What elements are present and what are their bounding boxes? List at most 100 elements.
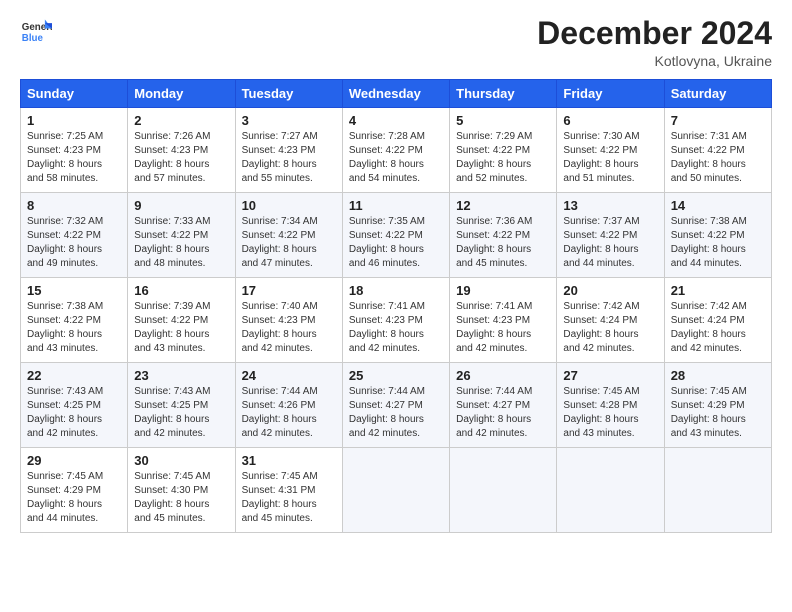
day-number: 2 (134, 113, 228, 128)
calendar-cell: 11Sunrise: 7:35 AMSunset: 4:22 PMDayligh… (342, 193, 449, 278)
calendar-week-row: 8 Sunrise: 7:32 AMSunset: 4:22 PMDaylight… (21, 193, 772, 278)
logo: General Blue (20, 16, 52, 48)
calendar-cell (342, 448, 449, 533)
col-sunday: Sunday (21, 80, 128, 108)
calendar-cell: 27 Sunrise: 7:45 AMSunset: 4:28 PMDayligh… (557, 363, 664, 448)
day-number: 23 (134, 368, 228, 383)
day-number: 29 (27, 453, 121, 468)
day-info: Sunrise: 7:30 AMSunset: 4:22 PMDaylight:… (563, 130, 657, 186)
calendar-cell: 6Sunrise: 7:30 AMSunset: 4:22 PMDaylight… (557, 108, 664, 193)
calendar-cell (557, 448, 664, 533)
day-number: 21 (671, 283, 765, 298)
day-number: 20 (563, 283, 657, 298)
day-number: 27 (563, 368, 657, 383)
day-number: 13 (563, 198, 657, 213)
day-info: Sunrise: 7:45 AMSunset: 4:29 PMDaylight:… (27, 470, 121, 526)
day-number: 15 (27, 283, 121, 298)
calendar-cell: 18Sunrise: 7:41 AMSunset: 4:23 PMDayligh… (342, 278, 449, 363)
day-info: Sunrise: 7:27 AMSunset: 4:23 PMDaylight:… (242, 130, 336, 186)
day-number: 25 (349, 368, 443, 383)
day-number: 7 (671, 113, 765, 128)
day-info: Sunrise: 7:45 AMSunset: 4:28 PMDaylight:… (563, 385, 657, 441)
calendar-cell: 14Sunrise: 7:38 AMSunset: 4:22 PMDayligh… (664, 193, 771, 278)
day-info: Sunrise: 7:43 AMSunset: 4:25 PMDaylight:… (134, 385, 228, 441)
day-number: 8 (27, 198, 121, 213)
day-info: Sunrise: 7:42 AMSunset: 4:24 PMDaylight:… (563, 300, 657, 356)
location-subtitle: Kotlovyna, Ukraine (537, 53, 772, 69)
calendar-cell: 1 Sunrise: 7:25 AMSunset: 4:23 PMDaylight… (21, 108, 128, 193)
day-number: 17 (242, 283, 336, 298)
day-number: 22 (27, 368, 121, 383)
calendar-cell: 21Sunrise: 7:42 AMSunset: 4:24 PMDayligh… (664, 278, 771, 363)
day-info: Sunrise: 7:26 AMSunset: 4:23 PMDaylight:… (134, 130, 228, 186)
day-number: 14 (671, 198, 765, 213)
calendar-cell: 30 Sunrise: 7:45 AMSunset: 4:30 PMDayligh… (128, 448, 235, 533)
day-info: Sunrise: 7:25 AMSunset: 4:23 PMDaylight:… (27, 130, 121, 186)
title-block: December 2024 Kotlovyna, Ukraine (537, 16, 772, 69)
calendar-cell (450, 448, 557, 533)
calendar-cell: 8 Sunrise: 7:32 AMSunset: 4:22 PMDaylight… (21, 193, 128, 278)
day-info: Sunrise: 7:44 AMSunset: 4:27 PMDaylight:… (349, 385, 443, 441)
day-info: Sunrise: 7:44 AMSunset: 4:27 PMDaylight:… (456, 385, 550, 441)
day-info: Sunrise: 7:45 AMSunset: 4:29 PMDaylight:… (671, 385, 765, 441)
col-saturday: Saturday (664, 80, 771, 108)
day-info: Sunrise: 7:38 AMSunset: 4:22 PMDaylight:… (27, 300, 121, 356)
day-number: 4 (349, 113, 443, 128)
calendar-cell: 12 Sunrise: 7:36 AMSunset: 4:22 PMDayligh… (450, 193, 557, 278)
day-info: Sunrise: 7:44 AMSunset: 4:26 PMDaylight:… (242, 385, 336, 441)
day-info: Sunrise: 7:40 AMSunset: 4:23 PMDaylight:… (242, 300, 336, 356)
day-info: Sunrise: 7:32 AMSunset: 4:22 PMDaylight:… (27, 215, 121, 271)
day-info: Sunrise: 7:37 AMSunset: 4:22 PMDaylight:… (563, 215, 657, 271)
day-number: 24 (242, 368, 336, 383)
day-number: 1 (27, 113, 121, 128)
day-info: Sunrise: 7:41 AMSunset: 4:23 PMDaylight:… (349, 300, 443, 356)
calendar-table: Sunday Monday Tuesday Wednesday Thursday… (20, 79, 772, 533)
calendar-cell: 23 Sunrise: 7:43 AMSunset: 4:25 PMDayligh… (128, 363, 235, 448)
day-number: 28 (671, 368, 765, 383)
calendar-cell: 26Sunrise: 7:44 AMSunset: 4:27 PMDayligh… (450, 363, 557, 448)
day-info: Sunrise: 7:45 AMSunset: 4:31 PMDaylight:… (242, 470, 336, 526)
page: General Blue December 2024 Kotlovyna, Uk… (0, 0, 792, 612)
calendar-week-row: 29 Sunrise: 7:45 AMSunset: 4:29 PMDayligh… (21, 448, 772, 533)
day-info: Sunrise: 7:28 AMSunset: 4:22 PMDaylight:… (349, 130, 443, 186)
calendar-week-row: 15 Sunrise: 7:38 AMSunset: 4:22 PMDayligh… (21, 278, 772, 363)
day-number: 19 (456, 283, 550, 298)
calendar-cell: 3 Sunrise: 7:27 AMSunset: 4:23 PMDaylight… (235, 108, 342, 193)
day-number: 31 (242, 453, 336, 468)
calendar-cell: 2 Sunrise: 7:26 AMSunset: 4:23 PMDaylight… (128, 108, 235, 193)
calendar-cell: 16 Sunrise: 7:39 AMSunset: 4:22 PMDayligh… (128, 278, 235, 363)
day-info: Sunrise: 7:35 AMSunset: 4:22 PMDaylight:… (349, 215, 443, 271)
day-info: Sunrise: 7:29 AMSunset: 4:22 PMDaylight:… (456, 130, 550, 186)
calendar-cell: 22Sunrise: 7:43 AMSunset: 4:25 PMDayligh… (21, 363, 128, 448)
day-number: 16 (134, 283, 228, 298)
logo-icon: General Blue (20, 16, 52, 48)
day-info: Sunrise: 7:45 AMSunset: 4:30 PMDaylight:… (134, 470, 228, 526)
day-number: 12 (456, 198, 550, 213)
calendar-cell (664, 448, 771, 533)
col-tuesday: Tuesday (235, 80, 342, 108)
day-number: 10 (242, 198, 336, 213)
day-number: 5 (456, 113, 550, 128)
calendar-cell: 19Sunrise: 7:41 AMSunset: 4:23 PMDayligh… (450, 278, 557, 363)
col-friday: Friday (557, 80, 664, 108)
day-number: 3 (242, 113, 336, 128)
calendar-cell: 20 Sunrise: 7:42 AMSunset: 4:24 PMDayligh… (557, 278, 664, 363)
calendar-cell: 7 Sunrise: 7:31 AMSunset: 4:22 PMDaylight… (664, 108, 771, 193)
day-info: Sunrise: 7:36 AMSunset: 4:22 PMDaylight:… (456, 215, 550, 271)
calendar-header-row: Sunday Monday Tuesday Wednesday Thursday… (21, 80, 772, 108)
calendar-cell: 4 Sunrise: 7:28 AMSunset: 4:22 PMDaylight… (342, 108, 449, 193)
calendar-cell: 28 Sunrise: 7:45 AMSunset: 4:29 PMDayligh… (664, 363, 771, 448)
col-monday: Monday (128, 80, 235, 108)
calendar-cell: 5 Sunrise: 7:29 AMSunset: 4:22 PMDaylight… (450, 108, 557, 193)
calendar-cell: 10Sunrise: 7:34 AMSunset: 4:22 PMDayligh… (235, 193, 342, 278)
day-info: Sunrise: 7:39 AMSunset: 4:22 PMDaylight:… (134, 300, 228, 356)
calendar-week-row: 1 Sunrise: 7:25 AMSunset: 4:23 PMDaylight… (21, 108, 772, 193)
col-wednesday: Wednesday (342, 80, 449, 108)
calendar-cell: 9 Sunrise: 7:33 AMSunset: 4:22 PMDaylight… (128, 193, 235, 278)
day-info: Sunrise: 7:33 AMSunset: 4:22 PMDaylight:… (134, 215, 228, 271)
page-title: December 2024 (537, 16, 772, 51)
day-number: 9 (134, 198, 228, 213)
calendar-cell: 29 Sunrise: 7:45 AMSunset: 4:29 PMDayligh… (21, 448, 128, 533)
day-info: Sunrise: 7:31 AMSunset: 4:22 PMDaylight:… (671, 130, 765, 186)
day-number: 30 (134, 453, 228, 468)
